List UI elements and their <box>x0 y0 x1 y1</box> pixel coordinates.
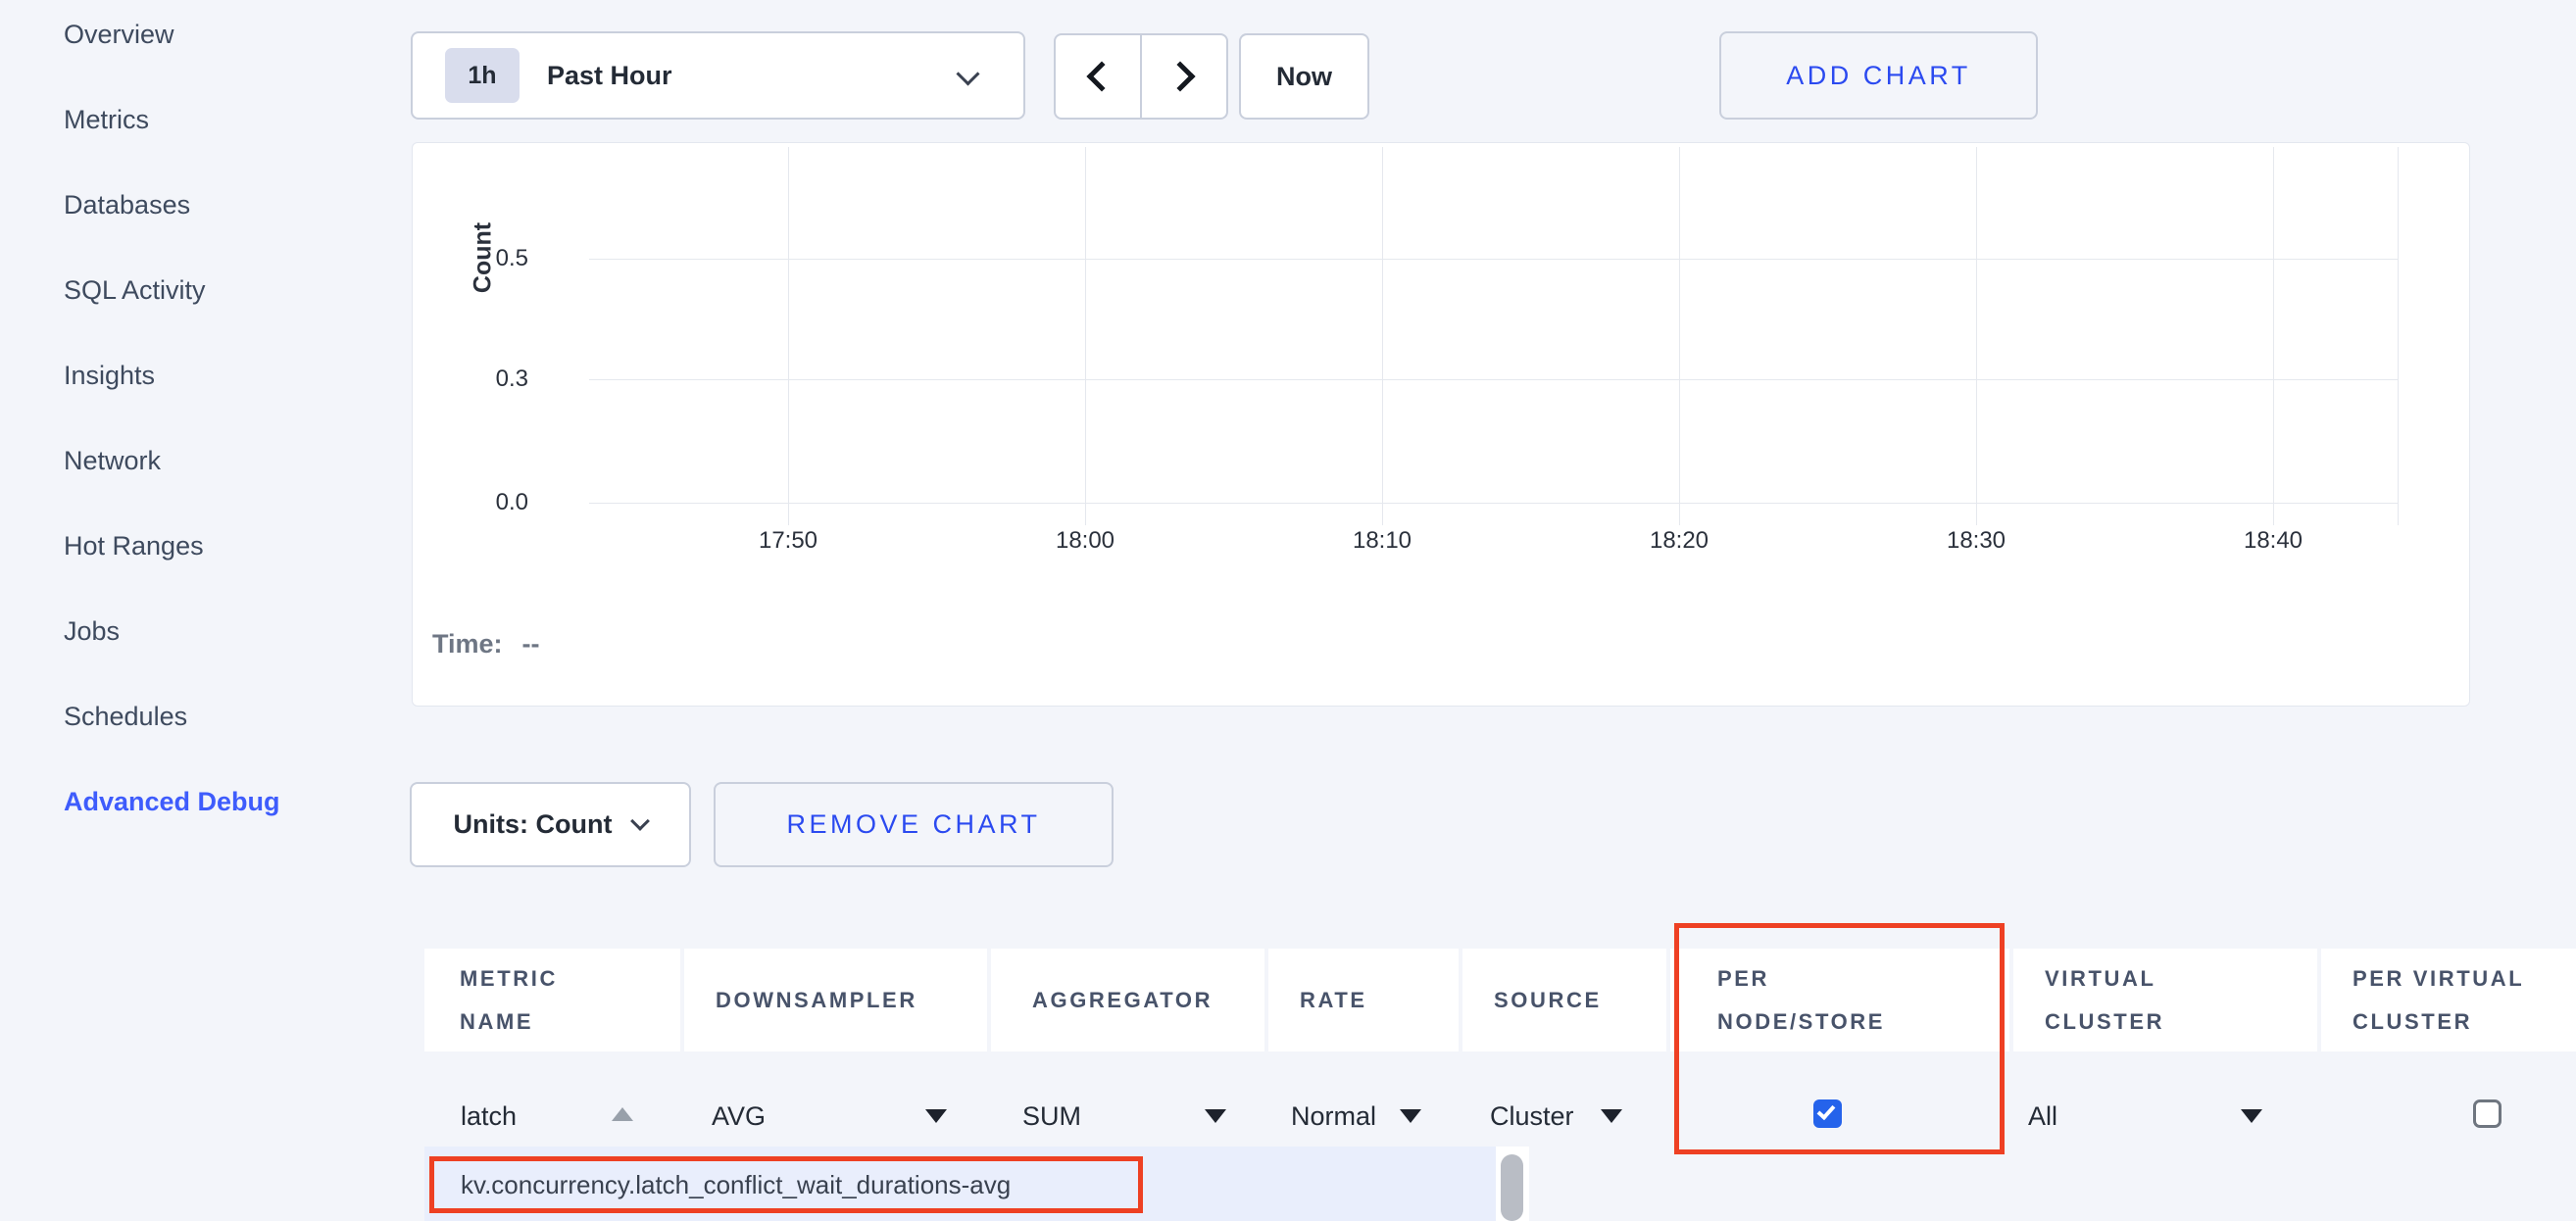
x-tick-label: 18:20 <box>1650 527 1709 555</box>
column-header-aggregator: AGGREGATOR <box>991 949 1264 1051</box>
add-chart-button[interactable]: ADD CHART <box>1719 31 2038 120</box>
column-header-virtual-cluster: VIRTUAL CLUSTER <box>2013 949 2317 1051</box>
column-header-per-node-store: PER NODE/STORE <box>1670 949 2009 1051</box>
column-header-metric-name: METRIC NAME <box>424 949 680 1051</box>
sidebar-item-overview[interactable]: Overview <box>64 15 174 54</box>
x-tick-label: 18:30 <box>1947 527 2006 555</box>
next-time-button[interactable] <box>1140 35 1226 118</box>
chevron-down-icon <box>956 62 979 85</box>
column-header-rate: RATE <box>1268 949 1459 1051</box>
y-tick-label: 0.3 <box>452 366 528 393</box>
time-step-buttons <box>1054 33 1228 120</box>
sidebar-item-advanced-debug[interactable]: Advanced Debug <box>64 782 280 821</box>
gridline-h <box>589 259 2398 260</box>
gridline-v <box>1679 147 1680 525</box>
scrollbar-thumb[interactable] <box>1501 1154 1523 1221</box>
sidebar-item-network[interactable]: Network <box>64 441 161 480</box>
x-tick-label: 17:50 <box>759 527 817 555</box>
x-tick-label: 18:40 <box>2244 527 2303 555</box>
chevron-down-icon <box>631 811 651 831</box>
gridline-h <box>589 379 2398 380</box>
sidebar-item-metrics[interactable]: Metrics <box>64 100 149 139</box>
chevron-right-icon <box>1164 61 1195 91</box>
units-label: Units: Count <box>454 809 613 840</box>
downsampler-select-value[interactable]: AVG <box>712 1099 766 1133</box>
gridline-v <box>788 147 789 525</box>
gridline-v <box>1976 147 1977 525</box>
metric-name-input[interactable] <box>461 1096 603 1137</box>
per-node-store-checkbox[interactable] <box>1813 1099 1842 1128</box>
dropdown-arrow-icon[interactable] <box>2241 1109 2262 1123</box>
gridline-v <box>2273 147 2274 525</box>
dropdown-arrow-icon[interactable] <box>1400 1109 1421 1123</box>
time-range-label: Past Hour <box>547 61 672 91</box>
sidebar-item-schedules[interactable]: Schedules <box>64 697 187 736</box>
chevron-left-icon <box>1086 61 1116 91</box>
virtual-cluster-select-value[interactable]: All <box>2028 1099 2057 1133</box>
metric-suggestion-item[interactable]: kv.concurrency.latch_conflict_wait_durat… <box>461 1170 1011 1200</box>
y-tick-label: 0.5 <box>452 245 528 272</box>
time-value: -- <box>522 629 540 659</box>
per-virtual-cluster-checkbox[interactable] <box>2473 1099 2502 1128</box>
dropdown-arrow-icon[interactable] <box>1205 1109 1226 1123</box>
hover-time-readout: Time: -- <box>432 629 540 659</box>
gridline-v <box>1085 147 1086 525</box>
sidebar-item-insights[interactable]: Insights <box>64 356 155 395</box>
gridline-v <box>2398 147 2399 525</box>
sidebar-item-jobs[interactable]: Jobs <box>64 611 120 651</box>
dropdown-arrow-icon[interactable] <box>925 1109 947 1123</box>
y-tick-label: 0.0 <box>452 489 528 516</box>
time-range-badge: 1h <box>445 48 520 103</box>
prev-time-button[interactable] <box>1056 35 1140 118</box>
time-range-select[interactable]: 1h Past Hour <box>411 31 1025 120</box>
remove-chart-button[interactable]: REMOVE CHART <box>714 782 1114 867</box>
gridline-h <box>589 503 2398 504</box>
advanced-debug-custom-chart-page: Overview Metrics Databases SQL Activity … <box>0 0 2576 1221</box>
units-select[interactable]: Units: Count <box>410 782 691 867</box>
gridline-v <box>1382 147 1383 525</box>
chart-card: Count 0.5 0.3 0.0 17:50 18:00 18:10 18:2… <box>412 142 2470 707</box>
sidebar-item-hot-ranges[interactable]: Hot Ranges <box>64 526 204 565</box>
aggregator-select-value[interactable]: SUM <box>1022 1099 1081 1133</box>
rate-select-value[interactable]: Normal <box>1291 1099 1376 1133</box>
sidebar-item-sql-activity[interactable]: SQL Activity <box>64 270 206 310</box>
x-tick-label: 18:10 <box>1353 527 1412 555</box>
sort-ascending-icon[interactable] <box>612 1107 633 1121</box>
now-button[interactable]: Now <box>1239 33 1369 120</box>
time-label: Time: <box>432 629 503 659</box>
column-header-per-virtual-cluster: PER VIRTUAL CLUSTER <box>2321 949 2576 1051</box>
checkmark-icon <box>1817 1101 1836 1120</box>
sidebar-item-databases[interactable]: Databases <box>64 185 190 224</box>
x-tick-label: 18:00 <box>1056 527 1115 555</box>
column-header-source: SOURCE <box>1462 949 1666 1051</box>
column-header-downsampler: DOWNSAMPLER <box>684 949 987 1051</box>
source-select-value[interactable]: Cluster <box>1490 1099 1574 1133</box>
dropdown-arrow-icon[interactable] <box>1601 1109 1622 1123</box>
